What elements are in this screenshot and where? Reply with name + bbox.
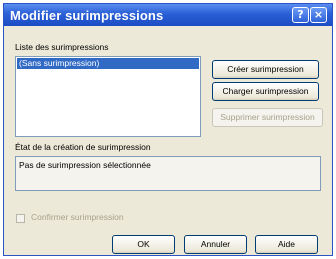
overlay-listbox[interactable]: (Sans surimpression) [15, 56, 201, 137]
load-overlay-button[interactable]: Charger surimpression [212, 82, 319, 101]
dialog-window: Modifier surimpressions ? × Liste des su… [3, 3, 333, 256]
help-button[interactable]: Aide [255, 235, 318, 254]
status-box: Pas de surimpression sélectionnée [15, 156, 321, 191]
confirm-checkbox[interactable] [16, 214, 25, 223]
dialog-title: Modifier surimpressions [10, 8, 164, 23]
confirm-checkbox-label: Confirmer surimpression [31, 212, 124, 222]
question-icon: ? [297, 8, 304, 21]
ok-button[interactable]: OK [112, 235, 175, 254]
delete-overlay-button[interactable]: Supprimer surimpression [212, 108, 323, 127]
help-title-button[interactable]: ? [292, 7, 309, 23]
overlay-list-label: Liste des surimpressions [15, 42, 109, 52]
list-item[interactable]: (Sans surimpression) [17, 58, 199, 69]
title-bar[interactable]: Modifier surimpressions ? × [4, 4, 332, 26]
cancel-button[interactable]: Annuler [184, 235, 247, 254]
status-label: État de la création de surimpression [15, 142, 151, 152]
status-text: Pas de surimpression sélectionnée [19, 160, 151, 170]
create-overlay-button[interactable]: Créer surimpression [212, 60, 319, 79]
close-button[interactable]: × [310, 7, 327, 23]
close-icon: × [313, 8, 324, 21]
